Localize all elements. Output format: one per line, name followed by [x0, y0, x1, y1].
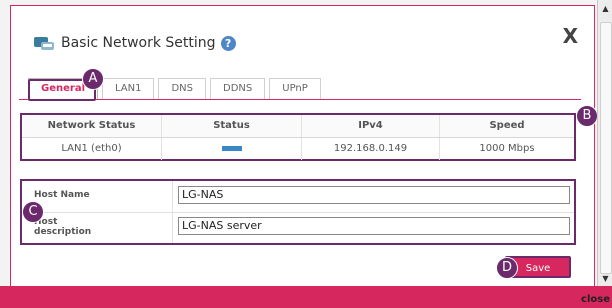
tab-ddns[interactable]: DDNS — [210, 78, 266, 99]
tab-dns[interactable]: DNS — [158, 78, 207, 99]
callout-c: C — [22, 201, 44, 223]
scroll-up-icon[interactable]: ▲ — [598, 2, 612, 16]
host-description-label: Host description — [34, 217, 92, 237]
header-ipv4: IPv4 — [302, 115, 440, 137]
callout-b: B — [576, 105, 598, 127]
tab-lan1[interactable]: LAN1 — [102, 78, 155, 99]
bottom-bar — [0, 286, 612, 308]
tab-upnp[interactable]: UPnP — [269, 78, 321, 99]
cell-status — [162, 138, 302, 160]
vertical-scrollbar[interactable]: ▲ ▼ — [597, 0, 612, 286]
close-icon[interactable]: X — [563, 24, 578, 48]
host-name-row: Host Name LG-NAS — [22, 181, 574, 213]
callout-a: A — [82, 68, 104, 90]
status-indicator-icon — [221, 145, 242, 151]
help-icon[interactable]: ? — [220, 35, 236, 51]
table-header: Network Status Status IPv4 Speed — [22, 115, 574, 138]
cell-speed: 1000 Mbps — [479, 143, 535, 154]
host-name-label: Host Name — [34, 190, 90, 200]
table-row: LAN1 (eth0) 192.168.0.149 1000 Mbps — [22, 138, 574, 160]
cell-network: LAN1 (eth0) — [22, 138, 162, 160]
host-settings-box: Host Name LG-NAS Host description LG-NAS… — [20, 179, 576, 245]
network-status-table: Network Status Status IPv4 Speed LAN1 (e… — [20, 113, 576, 161]
scroll-thumb[interactable] — [600, 22, 612, 274]
tab-underline — [19, 99, 581, 100]
host-description-row: Host description LG-NAS server — [22, 212, 574, 243]
callout-d: D — [496, 257, 518, 279]
host-name-input[interactable]: LG-NAS — [178, 186, 570, 204]
page-close-link[interactable]: close — [581, 294, 610, 305]
dialog-title: Basic Network Setting — [61, 35, 216, 51]
host-description-input[interactable]: LG-NAS server — [178, 217, 570, 235]
network-folder-icon — [34, 37, 54, 50]
header-status: Status — [162, 115, 302, 137]
header-network-status: Network Status — [22, 115, 162, 137]
header-speed: Speed — [489, 120, 525, 131]
dialog-title-row: Basic Network Setting ? — [33, 30, 236, 56]
cell-ipv4: 192.168.0.149 — [302, 138, 440, 160]
scroll-down-icon[interactable]: ▼ — [598, 272, 612, 286]
